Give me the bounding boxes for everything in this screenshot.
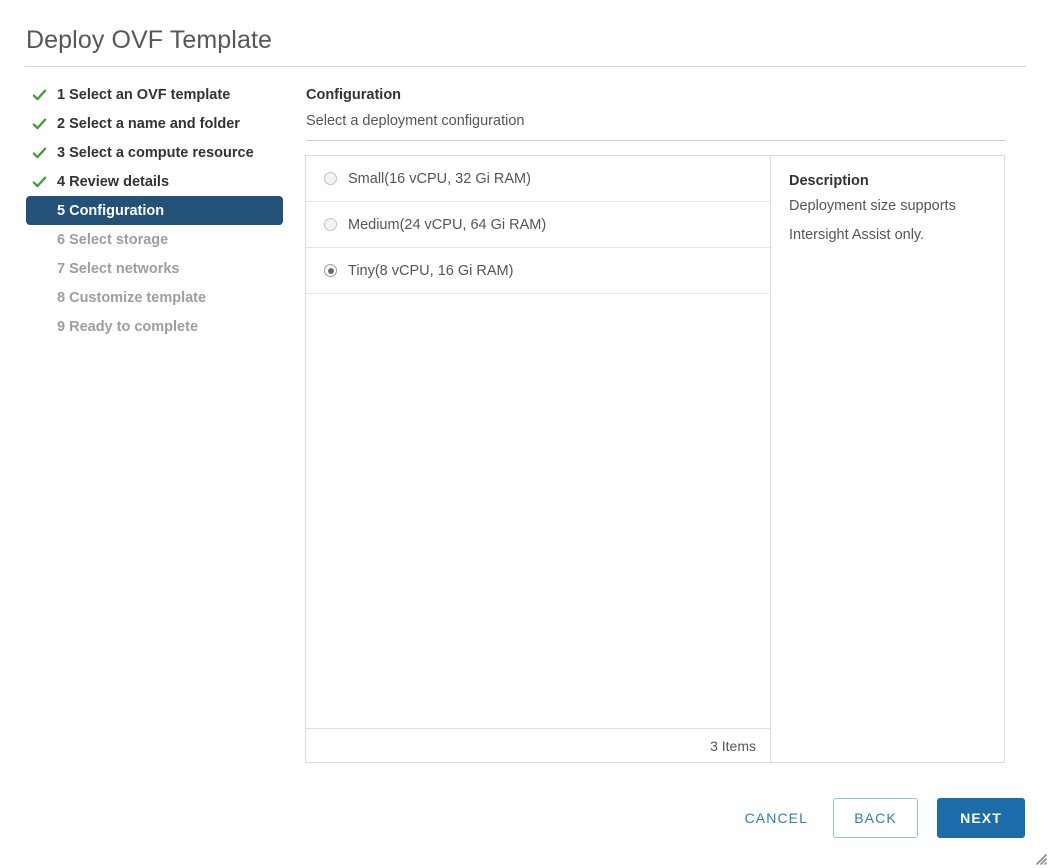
- sidebar-step-2[interactable]: 2 Select a name and folder: [26, 109, 288, 138]
- sidebar-step-5-configuration[interactable]: 5 Configuration: [26, 196, 283, 225]
- radio-icon-tiny[interactable]: [324, 264, 337, 277]
- sidebar-step-7[interactable]: 7 Select networks: [26, 254, 288, 283]
- radio-icon-small[interactable]: [324, 172, 337, 185]
- description-text-line-2: Intersight Assist only.: [789, 227, 925, 243]
- configuration-panel: Small(16 vCPU, 32 Gi RAM) Medium(24 vCPU…: [305, 155, 1005, 763]
- item-count-label: 3 Items: [710, 737, 756, 754]
- sidebar-step-1[interactable]: 1 Select an OVF template: [26, 80, 288, 109]
- back-button[interactable]: BACK: [833, 798, 918, 838]
- next-button[interactable]: NEXT: [937, 798, 1025, 838]
- title-divider: [25, 66, 1026, 67]
- check-icon: [32, 89, 47, 100]
- sidebar-step-label: 7 Select networks: [57, 260, 180, 277]
- sidebar-step-8[interactable]: 8 Customize template: [26, 283, 288, 312]
- option-row-tiny[interactable]: Tiny(8 vCPU, 16 Gi RAM): [306, 248, 770, 294]
- option-label: Small(16 vCPU, 32 Gi RAM): [348, 170, 531, 187]
- check-icon: [32, 176, 47, 187]
- list-footer: 3 Items: [306, 728, 770, 762]
- deployment-configuration-list: Small(16 vCPU, 32 Gi RAM) Medium(24 vCPU…: [306, 156, 771, 762]
- wizard-step-nav: 1 Select an OVF template 2 Select a name…: [26, 80, 288, 341]
- sidebar-step-label: 5 Configuration: [57, 202, 165, 219]
- option-label: Tiny(8 vCPU, 16 Gi RAM): [348, 262, 514, 279]
- content-title: Configuration: [306, 87, 402, 103]
- content-divider: [306, 140, 1006, 141]
- sidebar-step-label: 8 Customize template: [57, 289, 207, 306]
- options-list: Small(16 vCPU, 32 Gi RAM) Medium(24 vCPU…: [306, 156, 770, 728]
- resize-grip-icon[interactable]: [1031, 849, 1047, 865]
- description-title: Description: [789, 173, 869, 189]
- sidebar-step-label: 4 Review details: [57, 173, 170, 190]
- sidebar-step-label: 2 Select a name and folder: [57, 115, 240, 132]
- content-subtitle: Select a deployment configuration: [306, 113, 525, 129]
- sidebar-step-label: 9 Ready to complete: [57, 318, 199, 335]
- option-label: Medium(24 vCPU, 64 Gi RAM): [348, 216, 547, 233]
- check-icon: [32, 147, 47, 158]
- cancel-button[interactable]: CANCEL: [739, 800, 814, 836]
- sidebar-step-label: 1 Select an OVF template: [57, 86, 231, 103]
- sidebar-step-label: 3 Select a compute resource: [57, 144, 254, 161]
- radio-icon-medium[interactable]: [324, 218, 337, 231]
- check-icon: [32, 118, 47, 129]
- option-row-medium[interactable]: Medium(24 vCPU, 64 Gi RAM): [306, 202, 770, 248]
- description-panel: Description Deployment size supports Int…: [771, 156, 1004, 762]
- sidebar-step-9[interactable]: 9 Ready to complete: [26, 312, 288, 341]
- page-title: Deploy OVF Template: [26, 26, 272, 54]
- sidebar-step-4[interactable]: 4 Review details: [26, 167, 288, 196]
- sidebar-step-6[interactable]: 6 Select storage: [26, 225, 288, 254]
- option-row-small[interactable]: Small(16 vCPU, 32 Gi RAM): [306, 156, 770, 202]
- content-header: Configuration Select a deployment config…: [306, 85, 524, 131]
- description-text-line-1: Deployment size supports: [789, 198, 956, 214]
- sidebar-step-3[interactable]: 3 Select a compute resource: [26, 138, 288, 167]
- wizard-button-bar: CANCEL BACK NEXT: [739, 798, 1025, 838]
- sidebar-step-label: 6 Select storage: [57, 231, 169, 248]
